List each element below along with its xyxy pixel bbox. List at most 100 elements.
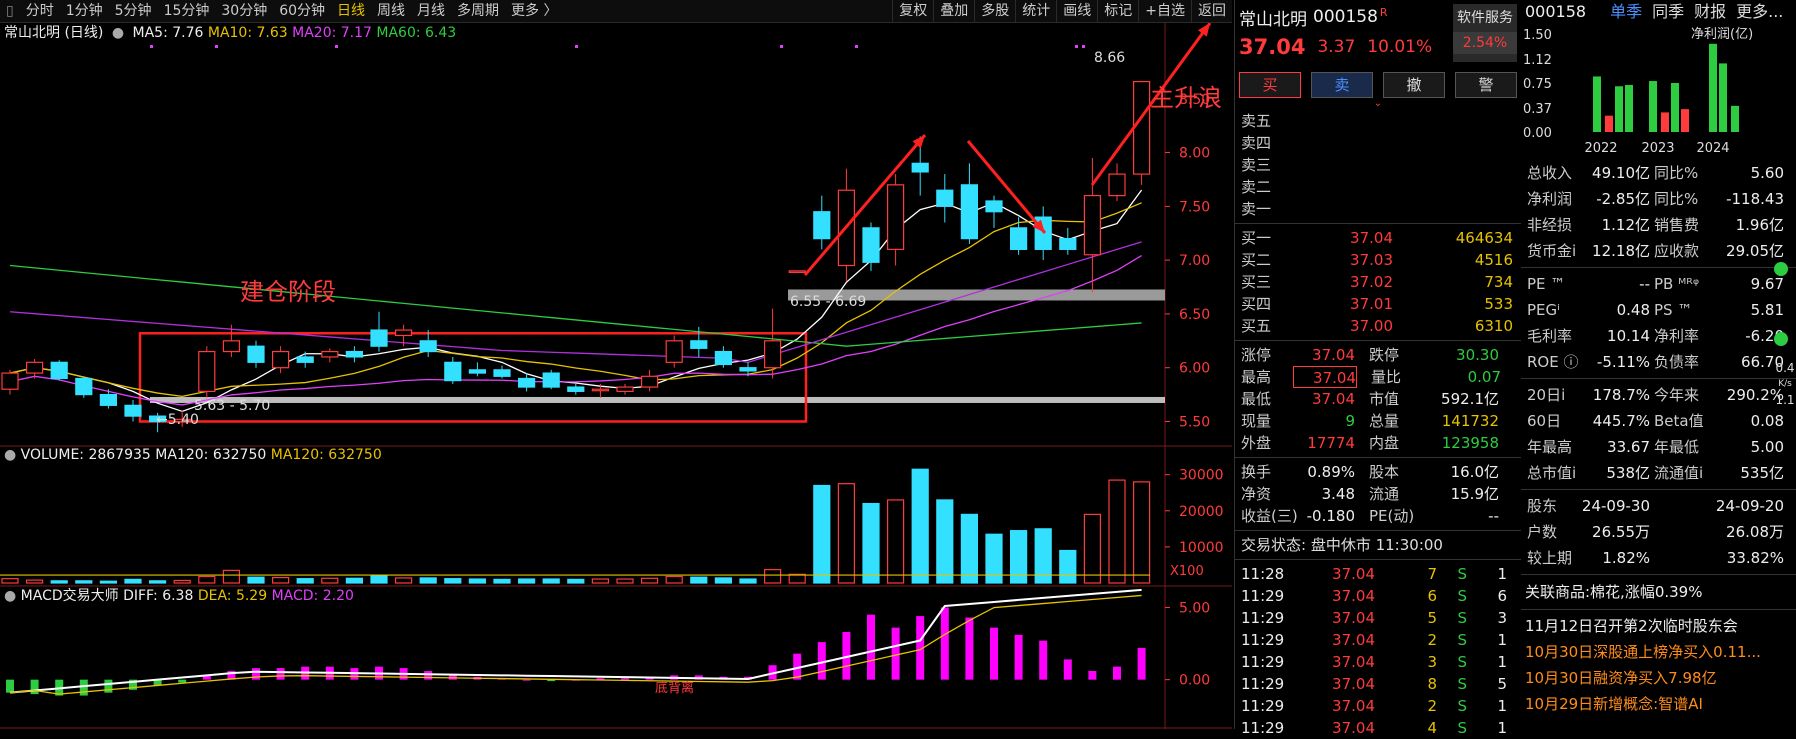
period-tab[interactable]: 30分钟: [215, 0, 273, 22]
candle[interactable]: [99, 393, 118, 406]
candle[interactable]: [1059, 238, 1077, 250]
candle[interactable]: [1009, 227, 1028, 250]
candle[interactable]: [517, 377, 536, 388]
buy-level[interactable]: 买四 37.01 533: [1235, 293, 1521, 315]
period-tab[interactable]: 周线: [371, 0, 411, 22]
candle[interactable]: [886, 184, 905, 250]
candle[interactable]: [321, 350, 339, 358]
trade-button[interactable]: 卖: [1311, 72, 1373, 98]
kline-chart[interactable]: 8.508.007.507.006.506.005.50300002000010…: [0, 23, 1232, 729]
buy-level[interactable]: 买五 37.00 6310: [1235, 315, 1521, 337]
status-dot-icon[interactable]: [1774, 262, 1788, 276]
candle[interactable]: [1132, 80, 1151, 175]
tool-button[interactable]: 统计: [1015, 0, 1056, 22]
candle[interactable]: [936, 189, 954, 207]
period-tab[interactable]: 15分钟: [158, 0, 216, 22]
candle[interactable]: [395, 329, 413, 337]
tool-button[interactable]: +自选: [1138, 0, 1191, 22]
period-tab[interactable]: 分时: [20, 0, 60, 22]
candle[interactable]: [26, 361, 44, 374]
candle[interactable]: [567, 386, 585, 392]
candle[interactable]: [419, 340, 437, 353]
news-item[interactable]: 11月12日召开第2次临时股东会: [1521, 613, 1796, 639]
candle[interactable]: [862, 227, 880, 263]
period-tab[interactable]: 1分钟: [60, 0, 109, 22]
candle[interactable]: [247, 345, 265, 363]
period-tab[interactable]: 月线: [411, 0, 451, 22]
sector-box[interactable]: 软件服务 2.54%: [1453, 4, 1517, 62]
candle[interactable]: [272, 350, 290, 369]
tool-button[interactable]: 画线: [1056, 0, 1097, 22]
sell-level-label: 卖二: [1241, 178, 1272, 196]
tool-button[interactable]: 返回: [1191, 0, 1232, 22]
candle[interactable]: [591, 388, 610, 392]
period-tab[interactable]: 5分钟: [109, 0, 158, 22]
candle[interactable]: [222, 340, 240, 353]
candle[interactable]: [296, 356, 314, 363]
fund-tab[interactable]: 单季: [1610, 0, 1642, 24]
period-tab[interactable]: 日线: [331, 0, 371, 22]
candle[interactable]: [813, 211, 831, 240]
candle[interactable]: [444, 361, 462, 382]
volume-bar: [26, 579, 44, 584]
layout-toggle-icon[interactable]: ▯: [0, 0, 20, 22]
tick-count: 1: [1497, 631, 1507, 649]
settings-icon[interactable]: ●: [112, 25, 124, 41]
candle[interactable]: [493, 369, 511, 377]
trade-button[interactable]: 买: [1239, 72, 1301, 98]
dea-label: DEA: 5.29: [197, 588, 268, 604]
fund-tab[interactable]: 更多...: [1736, 0, 1783, 24]
trade-button[interactable]: 警: [1455, 72, 1517, 98]
period-tab[interactable]: 多周期: [451, 0, 505, 22]
tool-button[interactable]: 叠加: [933, 0, 974, 22]
fund-label: 60日: [1527, 412, 1562, 430]
tick-price: 37.04: [1332, 587, 1375, 605]
tool-button[interactable]: 复权: [892, 0, 933, 22]
fund-tab[interactable]: 财报: [1694, 0, 1726, 24]
tool-button[interactable]: 多股: [974, 0, 1015, 22]
candle[interactable]: [1, 372, 19, 390]
candle[interactable]: [75, 377, 93, 396]
period-tab[interactable]: 更多 〉: [505, 0, 563, 22]
speed-value: 0.4: [1775, 361, 1795, 375]
buy-level[interactable]: 买三 37.02 734: [1235, 271, 1521, 293]
news-item[interactable]: 10月29日新增概念:智谱AI: [1521, 691, 1796, 717]
candle[interactable]: [468, 369, 486, 374]
fund-code: 000158: [1525, 2, 1587, 21]
candle[interactable]: [763, 340, 782, 369]
fund-label: 净利润: [1527, 190, 1573, 208]
candle[interactable]: [739, 367, 757, 372]
candle[interactable]: [690, 340, 708, 349]
candle[interactable]: [788, 270, 806, 273]
tool-button[interactable]: 标记: [1097, 0, 1138, 22]
volume-toggle-icon[interactable]: ●: [4, 447, 16, 463]
candle[interactable]: [911, 162, 929, 173]
related-commodity[interactable]: 关联商品:棉花,涨幅0.39%: [1521, 578, 1796, 606]
candle[interactable]: [370, 329, 388, 347]
candle[interactable]: [714, 350, 733, 366]
candle[interactable]: [50, 361, 68, 380]
candle[interactable]: [345, 350, 363, 358]
candle[interactable]: [198, 350, 216, 392]
buy-level[interactable]: 买二 37.03 4516: [1235, 249, 1521, 271]
candle[interactable]: [616, 386, 634, 392]
candle[interactable]: [960, 184, 979, 240]
candle[interactable]: [985, 200, 1003, 213]
tick-list[interactable]: 11:28 37.04 7 S 1 11:29 37.04 6 S 6 11:29 37.04 5 S 3 1…: [1235, 563, 1521, 739]
candle[interactable]: [124, 404, 142, 417]
expand-icon[interactable]: ⌄: [1235, 98, 1521, 110]
trade-button[interactable]: 撤: [1383, 72, 1445, 98]
candle[interactable]: [1083, 194, 1102, 256]
candle[interactable]: [542, 372, 560, 388]
macd-bar: [1063, 659, 1072, 680]
status-dot-icon[interactable]: [1774, 332, 1788, 346]
candle[interactable]: [640, 375, 659, 388]
news-item[interactable]: 10月30日深股通上榜净买入0.11...: [1521, 639, 1796, 665]
macd-toggle-icon[interactable]: ●: [4, 588, 16, 604]
candle[interactable]: [1108, 173, 1126, 197]
buy-level[interactable]: 买一 37.04 464634: [1235, 227, 1521, 249]
news-item[interactable]: 10月30日融资净买入7.98亿: [1521, 665, 1796, 691]
fund-tab[interactable]: 同季: [1652, 0, 1684, 24]
period-tab[interactable]: 60分钟: [273, 0, 331, 22]
candle[interactable]: [665, 340, 683, 363]
